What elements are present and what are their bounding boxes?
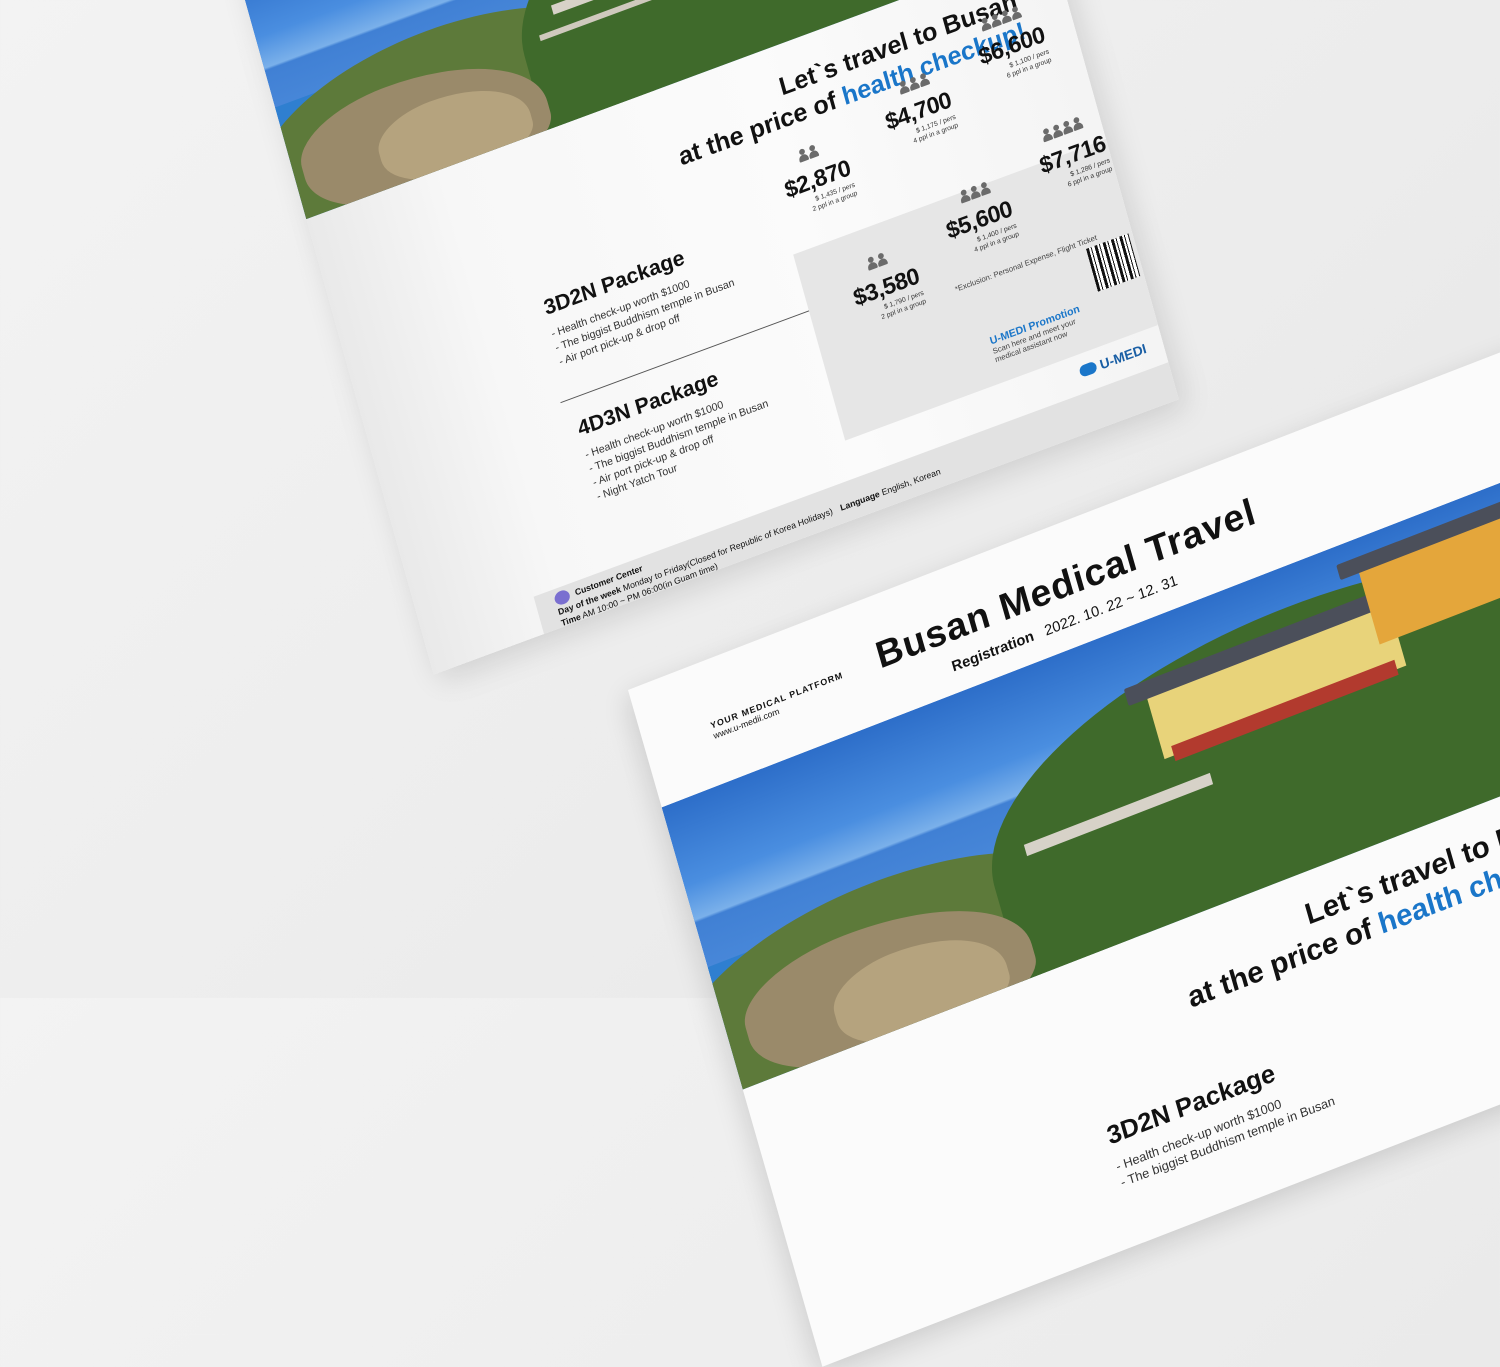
platform-info: YOUR MEDICAL PLATFORM www.u-medii.com (709, 670, 847, 742)
two-people-icon (797, 144, 820, 163)
price-block: $2,870 $ 1,435 / pers 2 ppl in a group (1488, 902, 1500, 1000)
package-3d2n: 3D2N Package - Health check-up worth $10… (541, 230, 740, 370)
logo-text: U-MEDI (1098, 340, 1148, 373)
price-amount: $2,870 (1488, 902, 1500, 979)
package-4d3n: 4D3N Package - Health check-up worth $10… (575, 351, 778, 504)
package-3d2n: 3D2N Package - Health check-up worth $10… (1104, 1040, 1337, 1191)
platform-label: YOUR MEDICAL PLATFORM (709, 670, 845, 731)
day-value: Monday to Friday(Closed for Republic of … (621, 506, 834, 593)
price-block: $2,870 $ 1,435 / pers 2 ppl in a group (745, 155, 858, 235)
logo-icon (1078, 360, 1098, 378)
